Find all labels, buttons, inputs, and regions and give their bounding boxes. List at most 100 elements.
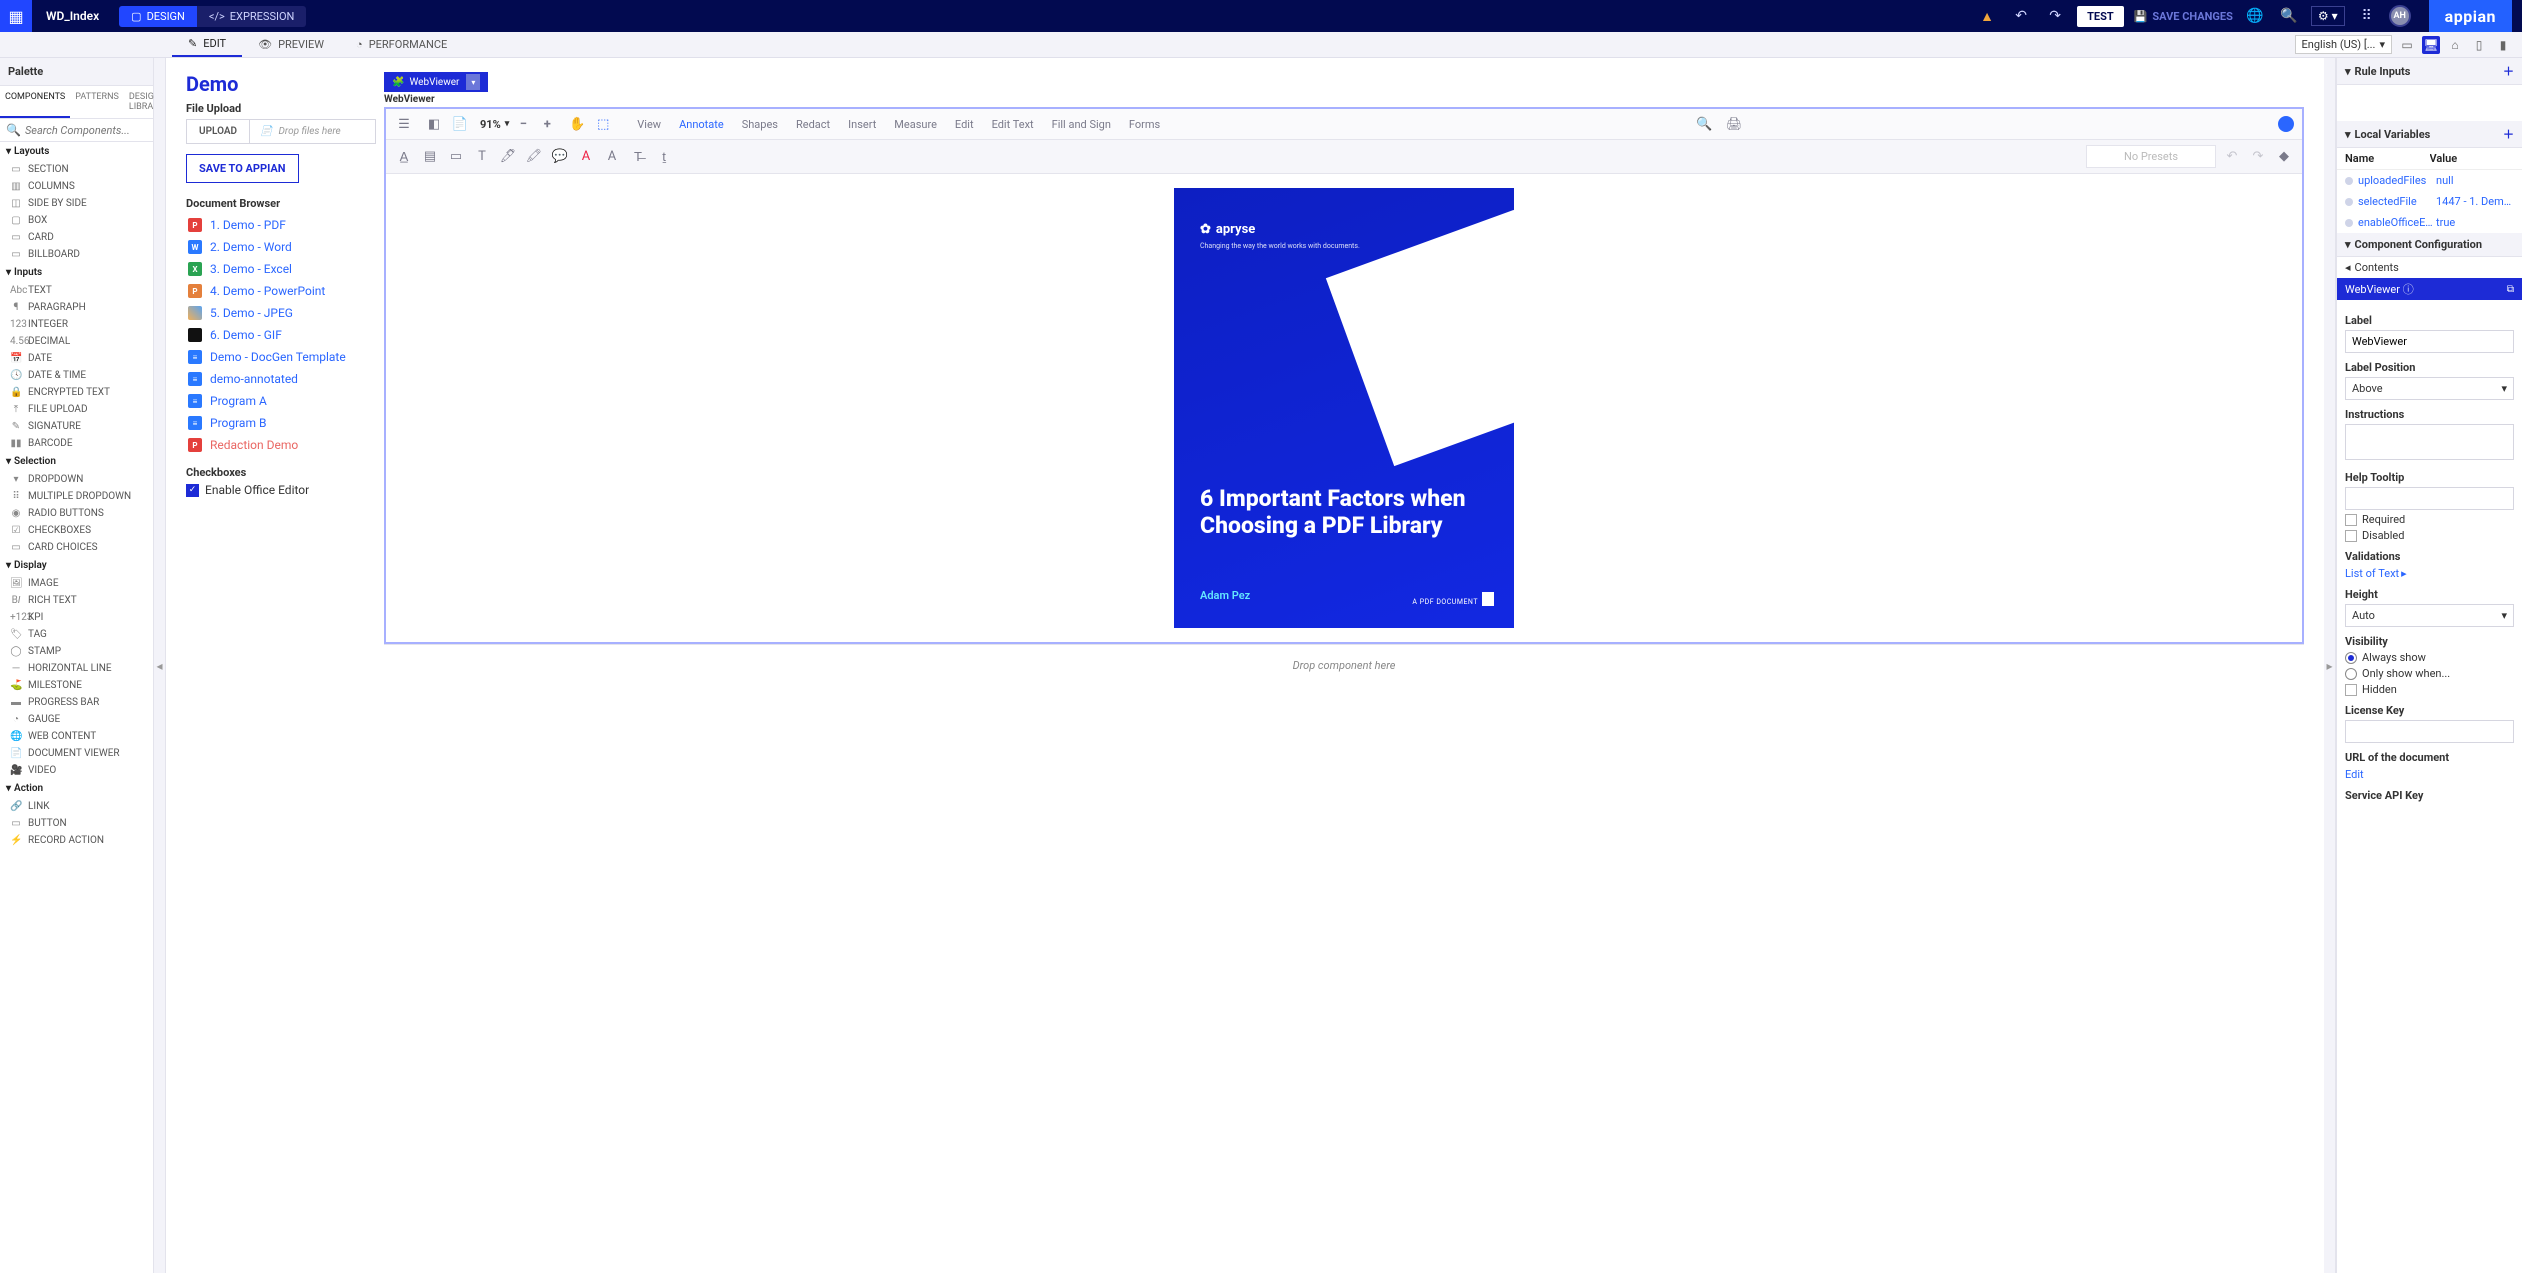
palette-item[interactable]: ▭CARD CHOICES — [0, 539, 153, 556]
group-action[interactable]: ▾ Action — [0, 779, 153, 798]
wv-redo-icon[interactable]: ↷ — [2248, 147, 2268, 167]
palette-item[interactable]: ◔GAUGE — [0, 711, 153, 728]
component-badge[interactable]: 🧩 WebViewer ▾ — [384, 72, 488, 92]
label-position-select[interactable]: Above▾ — [2345, 377, 2514, 400]
wv-tab-forms[interactable]: Forms — [1129, 118, 1160, 131]
user-avatar[interactable]: AH — [2389, 5, 2411, 27]
save-to-appian-button[interactable]: SAVE TO APPIAN — [186, 154, 299, 183]
palette-item[interactable]: ¶PARAGRAPH — [0, 299, 153, 316]
palette-item[interactable]: AbcTEXT — [0, 282, 153, 299]
expression-toggle[interactable]: </> EXPRESSION — [197, 6, 306, 27]
disabled-checkbox[interactable]: Disabled — [2345, 529, 2514, 542]
wv-tab-edit[interactable]: Edit — [955, 118, 974, 131]
required-checkbox[interactable]: Required — [2345, 513, 2514, 526]
tab-preview[interactable]: 👁 PREVIEW — [242, 32, 340, 57]
height-select[interactable]: Auto▾ — [2345, 604, 2514, 627]
rule-inputs-header[interactable]: ▾ Rule Inputs＋ — [2337, 58, 2522, 85]
palette-item[interactable]: +123KPI — [0, 609, 153, 626]
group-inputs[interactable]: ▾ Inputs — [0, 263, 153, 282]
save-changes-button[interactable]: 💾 SAVE CHANGES — [2134, 10, 2233, 23]
wv-search-icon[interactable]: 🔍 — [1694, 114, 1714, 134]
palette-item[interactable]: ▬PROGRESS BAR — [0, 694, 153, 711]
document-row[interactable]: 6. Demo - GIF — [186, 324, 374, 346]
document-row[interactable]: ≡Program B — [186, 412, 374, 434]
pan-icon[interactable]: ✋ — [567, 114, 587, 134]
add-local-var-icon[interactable]: ＋ — [2503, 126, 2514, 142]
palette-item[interactable]: 🔗LINK — [0, 798, 153, 815]
palette-item[interactable]: ◉RADIO BUTTONS — [0, 505, 153, 522]
strike-icon[interactable]: T̶ — [628, 147, 648, 167]
palette-item[interactable]: 🏷TAG — [0, 626, 153, 643]
wv-tab-insert[interactable]: Insert — [848, 118, 876, 131]
left-gutter-toggle[interactable]: ◂ — [154, 58, 166, 1273]
redo-icon[interactable]: ↷ — [2043, 4, 2067, 28]
palette-item[interactable]: ⤒FILE UPLOAD — [0, 401, 153, 418]
free-text-icon[interactable]: T — [472, 147, 492, 167]
tab-performance[interactable]: ◔ PERFORMANCE — [340, 32, 463, 57]
device-tablet-icon[interactable]: ▯ — [2470, 36, 2488, 54]
menu-icon[interactable]: ☰ — [394, 114, 414, 134]
palette-search-input[interactable] — [25, 124, 147, 137]
url-edit-link[interactable]: Edit — [2345, 768, 2364, 781]
palette-item[interactable]: ▾DROPDOWN — [0, 471, 153, 488]
wv-tab-annotate[interactable]: Annotate — [679, 118, 724, 131]
document-row[interactable]: W2. Demo - Word — [186, 236, 374, 258]
validations-link[interactable]: List of Text ▸ — [2345, 567, 2407, 580]
device-laptop-icon[interactable]: ⌂ — [2446, 36, 2464, 54]
palette-item[interactable]: ▭BILLBOARD — [0, 246, 153, 263]
text-style-a-icon[interactable]: A — [576, 147, 596, 167]
document-row[interactable]: ≡demo-annotated — [186, 368, 374, 390]
help-tooltip-input[interactable] — [2345, 487, 2514, 510]
wv-tab-redact[interactable]: Redact — [796, 118, 830, 131]
warning-icon[interactable]: ▲ — [1975, 4, 1999, 28]
highlighter-icon[interactable]: 🖍 — [524, 147, 544, 167]
text-style-b-icon[interactable]: A — [602, 147, 622, 167]
squiggly-icon[interactable]: ṯ — [654, 147, 674, 167]
visibility-always-radio[interactable]: Always show — [2345, 651, 2514, 664]
document-row[interactable]: X3. Demo - Excel — [186, 258, 374, 280]
group-layouts[interactable]: ▾ Layouts — [0, 142, 153, 161]
palette-item[interactable]: 📅DATE — [0, 350, 153, 367]
app-logo-icon[interactable]: ▦ — [0, 0, 32, 32]
palette-item[interactable]: ▥COLUMNS — [0, 178, 153, 195]
search-icon[interactable]: 🔍 — [2277, 4, 2301, 28]
palette-item[interactable]: 🎥VIDEO — [0, 762, 153, 779]
eraser-icon[interactable]: ◆ — [2274, 147, 2294, 167]
wv-print-icon[interactable]: 🖨 — [1724, 114, 1744, 134]
undo-icon[interactable]: ↶ — [2009, 4, 2033, 28]
palette-item[interactable]: ▭SECTION — [0, 161, 153, 178]
tab-edit[interactable]: ✎ EDIT — [172, 32, 242, 57]
palette-item[interactable]: BIRICH TEXT — [0, 592, 153, 609]
config-breadcrumb-contents[interactable]: ◂ Contents — [2337, 257, 2522, 278]
palette-item[interactable]: 🕓DATE & TIME — [0, 367, 153, 384]
palette-item[interactable]: ◯STAMP — [0, 643, 153, 660]
add-rule-input-icon[interactable]: ＋ — [2503, 63, 2514, 79]
palette-item[interactable]: ▢BOX — [0, 212, 153, 229]
palette-item[interactable]: 🌐WEB CONTENT — [0, 728, 153, 745]
underline-icon[interactable]: A̲ — [394, 147, 414, 167]
palette-tab-patterns[interactable]: PATTERNS — [70, 86, 124, 118]
preset-selector[interactable]: No Presets — [2086, 145, 2216, 168]
highlight-text-icon[interactable]: ▤ — [420, 147, 440, 167]
component-configuration-header[interactable]: ▾ Component Configuration — [2337, 233, 2522, 257]
device-phone-icon[interactable]: ▮ — [2494, 36, 2512, 54]
license-key-input[interactable] — [2345, 720, 2514, 743]
webviewer-page-area[interactable]: ✿ apryse Changing the way the world work… — [386, 174, 2302, 642]
palette-item[interactable]: ⛳MILESTONE — [0, 677, 153, 694]
palette-item[interactable]: 🖼IMAGE — [0, 575, 153, 592]
right-gutter-toggle[interactable]: ▸ — [2324, 58, 2336, 1273]
local-variable-row[interactable]: uploadedFilesnull — [2337, 170, 2522, 191]
wv-tab-view[interactable]: View — [637, 118, 661, 131]
palette-item[interactable]: ─HORIZONTAL LINE — [0, 660, 153, 677]
wv-tab-measure[interactable]: Measure — [894, 118, 937, 131]
comment-icon[interactable]: 💬 — [550, 147, 570, 167]
document-row[interactable]: P1. Demo - PDF — [186, 214, 374, 236]
device-fit-icon[interactable]: ▭ — [2398, 36, 2416, 54]
help-icon[interactable]: ⓘ — [2403, 283, 2414, 296]
gear-menu[interactable]: ⚙ ▾ — [2311, 6, 2345, 26]
group-display[interactable]: ▾ Display — [0, 556, 153, 575]
test-button[interactable]: TEST — [2077, 6, 2124, 27]
enable-office-checkbox[interactable]: ✓ Enable Office Editor — [186, 483, 374, 497]
wv-tab-edit-text[interactable]: Edit Text — [992, 118, 1034, 131]
palette-scroll[interactable]: ▾ Layouts ▭SECTION ▥COLUMNS ◫SIDE BY SID… — [0, 142, 153, 1273]
